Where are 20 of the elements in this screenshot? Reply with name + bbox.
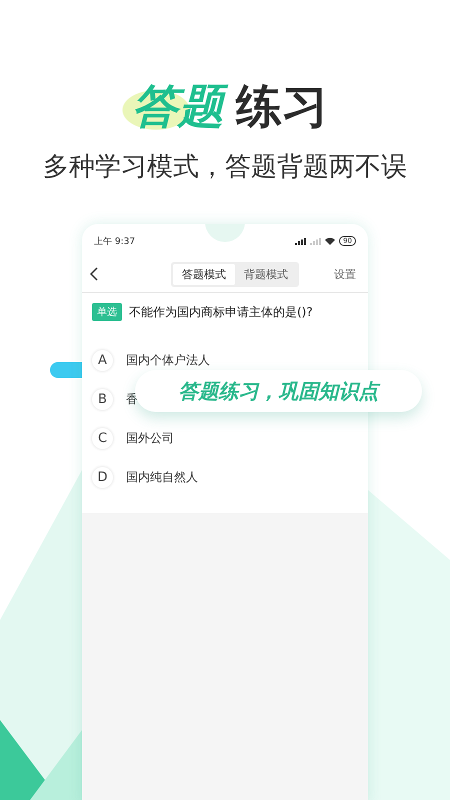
option-text[interactable]: 国内纯自然人: [126, 469, 198, 486]
mode-tab[interactable]: 背题模式: [235, 264, 297, 284]
subtitle: 多种学习模式，答题背题两不误: [43, 151, 407, 184]
option-text[interactable]: 国内个体户法人: [126, 352, 210, 369]
option-text[interactable]: 国外公司: [126, 430, 174, 447]
question-text: 不能作为国内商标申请主体的是()?: [129, 304, 313, 320]
signal-icon: [295, 238, 306, 244]
option-letter[interactable]: A: [92, 350, 113, 371]
wifi-icon: [325, 237, 336, 245]
back-icon[interactable]: [90, 267, 98, 281]
settings-link[interactable]: 设置: [334, 266, 356, 282]
mode-tab[interactable]: 答题模式: [173, 264, 235, 284]
option-text[interactable]: 香: [126, 391, 138, 408]
option-letter[interactable]: D: [92, 467, 113, 488]
question-type-tag: 单选: [92, 303, 122, 321]
option-letter[interactable]: B: [92, 389, 113, 410]
headline-text: 练习: [236, 78, 328, 134]
signal-icon: [310, 238, 322, 244]
option-letter[interactable]: C: [92, 428, 113, 449]
status-time: 上午 9:37: [94, 236, 136, 248]
